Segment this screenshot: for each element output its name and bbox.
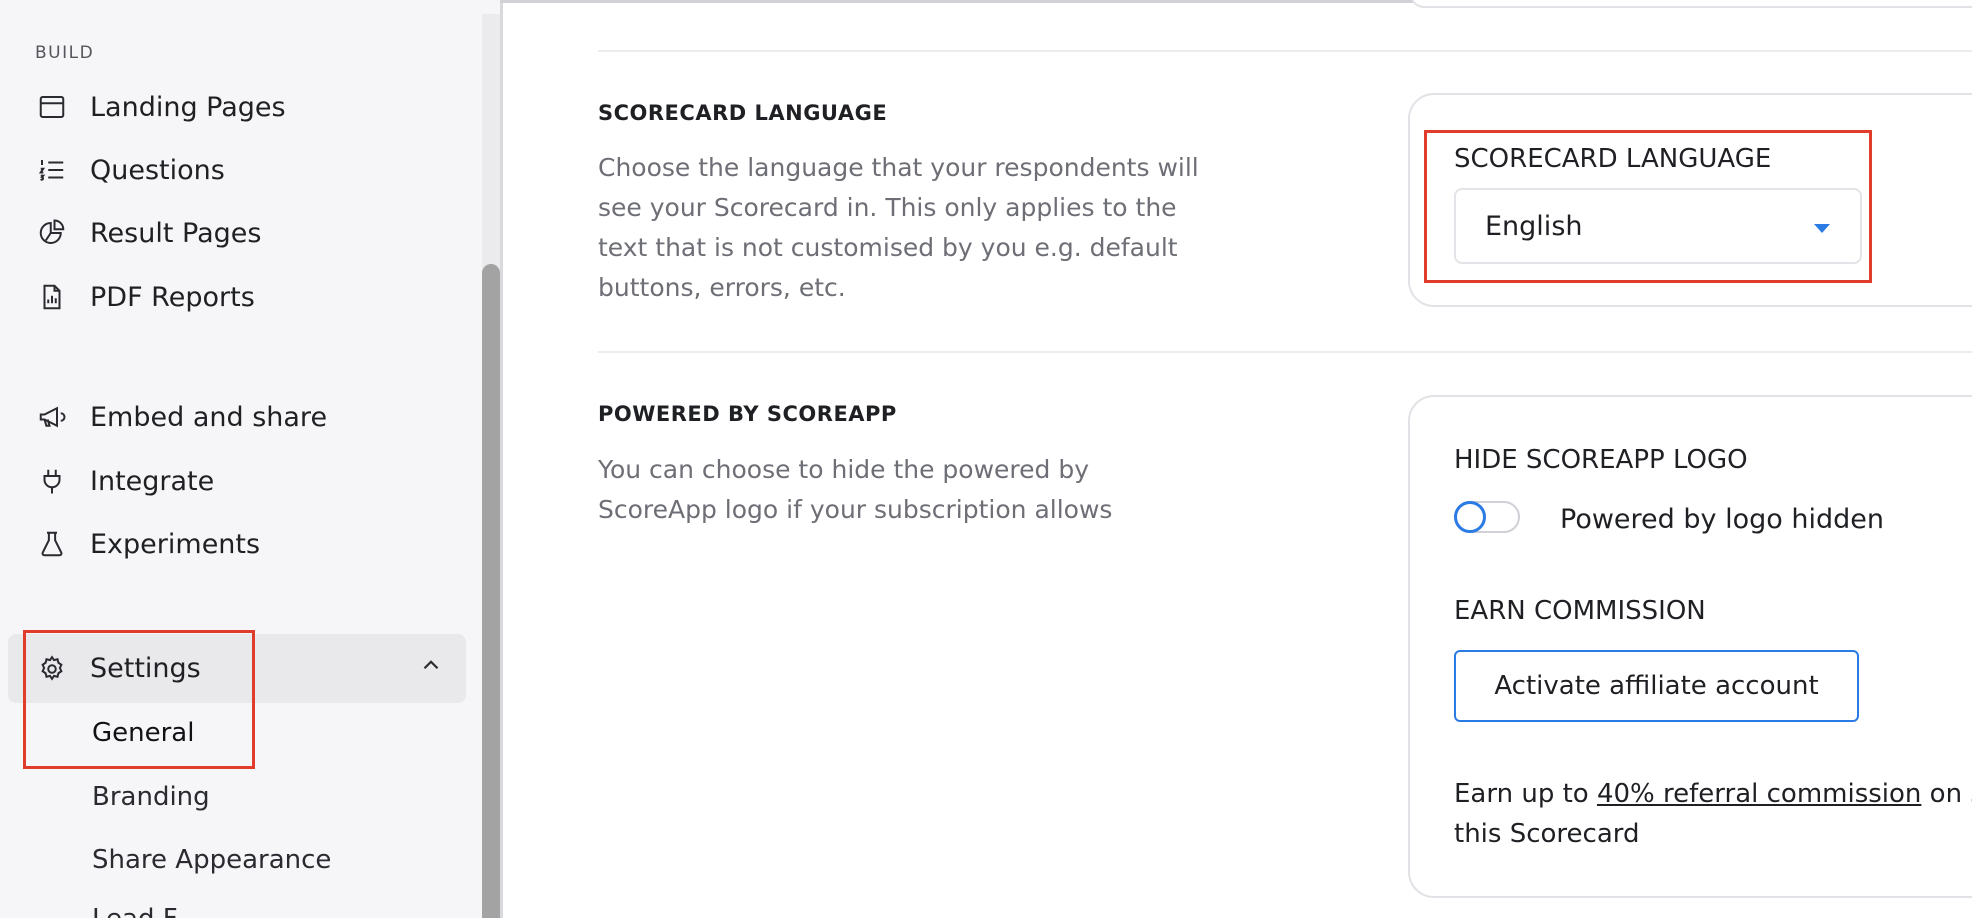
document-chart-icon: [36, 281, 68, 313]
sidebar-item-pdf-reports[interactable]: PDF Reports: [8, 266, 466, 328]
sidebar-item-embed-and-share[interactable]: Embed and share: [8, 386, 466, 448]
sidebar-subitem-general[interactable]: General: [92, 718, 194, 748]
section-divider: [598, 351, 1972, 353]
commission-text-line2: this Scorecard: [1454, 819, 1640, 849]
powered-section-description: You can choose to hide the powered by Sc…: [598, 455, 1113, 524]
sidebar-item-settings[interactable]: Settings: [8, 634, 466, 703]
commission-text: Earn up to 40% referral commission on s …: [1454, 774, 1972, 854]
sidebar-subitem-branding[interactable]: Branding: [92, 782, 210, 812]
numbered-list-icon: [36, 154, 68, 186]
sidebar-item-landing-pages[interactable]: Landing Pages: [8, 76, 466, 138]
megaphone-icon: [36, 401, 68, 433]
browser-window-icon: [36, 91, 68, 123]
sidebar-item-experiments[interactable]: Experiments: [8, 513, 466, 575]
previous-card: [1410, 0, 1972, 8]
sidebar-item-integrate[interactable]: Integrate: [8, 450, 466, 512]
sidebar-item-label: Settings: [90, 653, 201, 684]
powered-section-title: POWERED BY SCOREAPP: [598, 402, 897, 426]
language-select-value: English: [1485, 210, 1583, 242]
hide-logo-toggle-label: Powered by logo hidden: [1560, 504, 1884, 535]
sidebar-item-label: PDF Reports: [90, 281, 255, 313]
toggle-knob: [1454, 501, 1486, 533]
sidebar-item-label: Landing Pages: [90, 91, 286, 123]
sidebar-item-label: Integrate: [90, 465, 215, 497]
chevron-up-icon[interactable]: [418, 652, 444, 678]
sidebar-subitem-lead-form[interactable]: Lead F: [92, 904, 178, 918]
sidebar-scrollbar-thumb[interactable]: [482, 264, 500, 918]
sidebar-item-label: Embed and share: [90, 401, 328, 433]
flask-icon: [36, 528, 68, 560]
sidebar-item-label: Result Pages: [90, 217, 262, 249]
language-field-label: SCORECARD LANGUAGE: [1454, 144, 1772, 174]
language-select[interactable]: English: [1454, 188, 1862, 264]
plug-icon: [36, 465, 68, 497]
referral-commission-link[interactable]: 40% referral commission: [1597, 779, 1921, 809]
gear-icon: [36, 653, 68, 685]
sidebar-divider: [500, 0, 503, 918]
sidebar-subitem-share-appearance[interactable]: Share Appearance: [92, 845, 331, 875]
language-section-description: Choose the language that your respondent…: [598, 153, 1199, 302]
activate-affiliate-button[interactable]: Activate affiliate account: [1454, 650, 1859, 722]
language-section-title: SCORECARD LANGUAGE: [598, 101, 888, 125]
dropdown-caret-icon: [1814, 224, 1830, 233]
sidebar-item-label: Questions: [90, 154, 225, 186]
sidebar-item-result-pages[interactable]: Result Pages: [8, 202, 466, 264]
commission-text-before: Earn up to: [1454, 779, 1597, 809]
section-divider: [598, 50, 1972, 52]
hide-logo-toggle[interactable]: [1454, 501, 1520, 533]
sidebar-item-label: Experiments: [90, 528, 261, 560]
sidebar: BUILD Landing Pages Questions Result Pag…: [0, 0, 500, 918]
commission-text-after: on s: [1929, 779, 1972, 809]
pie-chart-icon: [36, 217, 68, 249]
hide-logo-label: HIDE SCOREAPP LOGO: [1454, 445, 1748, 475]
sidebar-item-questions[interactable]: Questions: [8, 139, 466, 201]
section-label-build: BUILD: [35, 43, 95, 63]
earn-commission-label: EARN COMMISSION: [1454, 596, 1706, 626]
